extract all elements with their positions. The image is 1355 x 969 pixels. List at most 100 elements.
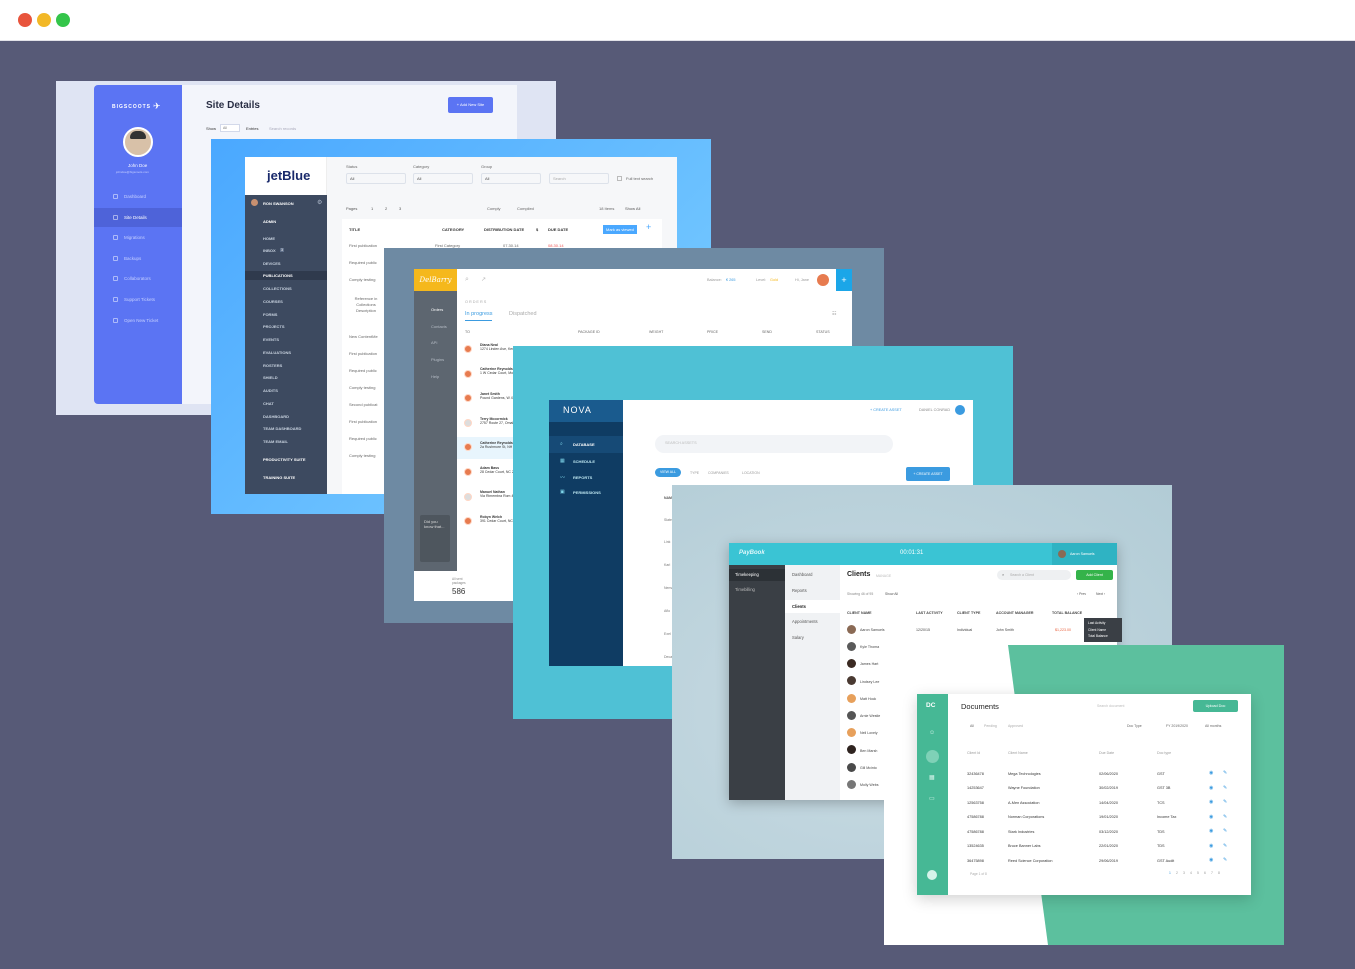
row-name[interactable]: Bruce Banner Labs (1008, 844, 1041, 848)
maximize-window-button[interactable] (56, 13, 70, 27)
nav-open-ticket[interactable]: Open New Ticket (94, 311, 182, 330)
tab-dispatched[interactable]: Dispatched (509, 311, 537, 317)
filter-view-all[interactable]: VIEW ALL (655, 468, 681, 477)
full-text-checkbox[interactable] (617, 176, 622, 181)
upload-doc-button[interactable]: Upload Doc (1193, 700, 1238, 712)
nav-site-details[interactable]: Site Details (94, 208, 182, 227)
table-row[interactable]: Slate (664, 518, 672, 522)
table-row[interactable]: Link (664, 540, 670, 544)
page-1[interactable]: 1 (1169, 871, 1171, 875)
nav-shield[interactable]: SHIELD (263, 375, 278, 380)
search-input[interactable]: SEARCH ASSETS (655, 435, 893, 453)
user-name[interactable]: DANIEL CONRAD (919, 408, 950, 412)
table-row[interactable]: Karl (664, 563, 670, 567)
nav-timekeeping[interactable]: Timekeeping (735, 572, 759, 577)
documents-icon[interactable] (926, 750, 939, 763)
table-row[interactable]: James Hart (860, 662, 878, 666)
nav-productivity-suite[interactable]: PRODUCTIVITY SUITE (263, 457, 306, 462)
table-row[interactable]: First publication (349, 419, 377, 424)
add-order-button[interactable]: + (836, 269, 852, 291)
page-4[interactable]: 4 (1190, 871, 1192, 875)
page-2[interactable]: 2 (1176, 871, 1178, 875)
row-name[interactable]: Stark Industries (1008, 830, 1034, 834)
nav-migrations[interactable]: Migrations (94, 228, 182, 247)
filter-location[interactable]: LOCATION (742, 471, 760, 475)
table-row[interactable]: Required public (349, 368, 377, 373)
nav-reports[interactable]: REPORTS (573, 475, 592, 480)
nav-salary[interactable]: Salary (792, 635, 804, 640)
table-row[interactable]: Comply testing (349, 385, 375, 390)
nav-support-tickets[interactable]: Support Tickets (94, 290, 182, 309)
grid-view-icon[interactable]: ☷ (832, 311, 836, 317)
nav-devices[interactable]: DEVICES (263, 261, 281, 266)
search-input[interactable]: ⌕ Search a Client (997, 570, 1071, 580)
close-window-button[interactable] (18, 13, 32, 27)
user-icon[interactable]: ☺ (929, 730, 935, 736)
tab-pending[interactable]: Pending (984, 724, 997, 728)
client-name[interactable]: Aaron Samuels (860, 628, 885, 632)
nav-collections[interactable]: COLLECTIONS (263, 286, 292, 291)
view-icon[interactable]: ◉ (1209, 843, 1213, 849)
nav-team-dashboard[interactable]: TEAM DASHBOARD (263, 426, 301, 431)
next-button[interactable]: Next › (1096, 592, 1105, 596)
nav-plugins[interactable]: Plugins (431, 357, 444, 362)
nav-training-suite[interactable]: TRAINING SUITE (263, 475, 295, 480)
tab-approved[interactable]: Approved (1008, 724, 1023, 728)
nav-audits[interactable]: AUDITS (263, 388, 278, 393)
nav-publications[interactable]: PUBLICATIONS (263, 273, 293, 278)
nav-inbox[interactable]: INBOX (263, 248, 276, 253)
page-8[interactable]: 8 (1218, 871, 1220, 875)
group-select[interactable]: All (481, 173, 541, 184)
edit-icon[interactable]: ✎ (1223, 799, 1227, 805)
settings-icon[interactable] (927, 870, 937, 880)
search-input[interactable]: Search records (269, 126, 296, 131)
card-icon[interactable]: ▭ (929, 795, 935, 802)
table-row[interactable]: Kyle Thoma (860, 645, 879, 649)
nav-evaluations[interactable]: EVALUATIONS (263, 350, 291, 355)
table-row[interactable]: Ben Marsh (860, 749, 877, 753)
view-icon[interactable]: ◉ (1209, 814, 1213, 820)
nav-schedule[interactable]: SCHEDULE (573, 459, 595, 464)
nav-dashboard[interactable]: Dashboard (792, 572, 813, 577)
page-3[interactable]: 3 (399, 206, 401, 211)
row-name[interactable]: Norman Corporations (1008, 815, 1044, 819)
table-row[interactable]: First publication (349, 243, 377, 248)
view-icon[interactable]: ◉ (1209, 799, 1213, 805)
status-select[interactable]: All (346, 173, 406, 184)
nav-dashboard[interactable]: Dashboard (94, 187, 182, 206)
user-avatar[interactable] (817, 274, 829, 286)
row-name[interactable]: Reed Science Corporation (1008, 859, 1053, 863)
table-row[interactable]: Lindsey Lee (860, 680, 879, 684)
edit-icon[interactable]: ✎ (1223, 770, 1227, 776)
nav-team-email[interactable]: TEAM EMAIL (263, 439, 288, 444)
nav-clients[interactable]: Clients (792, 604, 806, 609)
table-row[interactable]: Required public (349, 436, 377, 441)
doc-type-select[interactable]: Doc Type (1127, 724, 1142, 728)
table-row[interactable]: Neil Lovely (860, 731, 878, 735)
tab-all[interactable]: All (970, 724, 974, 728)
admin-label[interactable]: ADMIN (263, 219, 276, 224)
show-select[interactable]: All (220, 124, 240, 132)
nav-dashboard[interactable]: DASHBOARD (263, 414, 289, 419)
table-row[interactable]: Arnie Westle (860, 714, 880, 718)
nav-appointments[interactable]: Appointments (792, 619, 818, 624)
category-select[interactable]: All (413, 173, 473, 184)
nav-courses[interactable]: COURSES (263, 299, 283, 304)
row-name[interactable]: A-Men Association (1008, 801, 1039, 805)
table-row[interactable]: Required public (349, 260, 377, 265)
nav-reports[interactable]: Reports (792, 588, 807, 593)
table-row[interactable]: Gill Mcinto (860, 766, 877, 770)
edit-icon[interactable]: ✎ (1223, 785, 1227, 791)
search-input[interactable]: Search (549, 173, 609, 184)
nav-database[interactable]: DATABASE (573, 442, 595, 447)
tab-in-progress[interactable]: In progress (465, 311, 493, 317)
page-5[interactable]: 5 (1197, 871, 1199, 875)
search-icon[interactable]: ⌕ (465, 276, 469, 284)
nav-contacts[interactable]: Contacts (431, 324, 447, 329)
table-row[interactable]: Molly Webs (860, 783, 879, 787)
nav-timebilling[interactable]: Timebilling (735, 587, 755, 592)
sort-option-total-balance[interactable]: Total Balance (1088, 633, 1118, 640)
table-row[interactable]: Second publicat (349, 402, 377, 407)
table-row[interactable]: New ContentMe (349, 334, 378, 339)
view-icon[interactable]: ◉ (1209, 828, 1213, 834)
